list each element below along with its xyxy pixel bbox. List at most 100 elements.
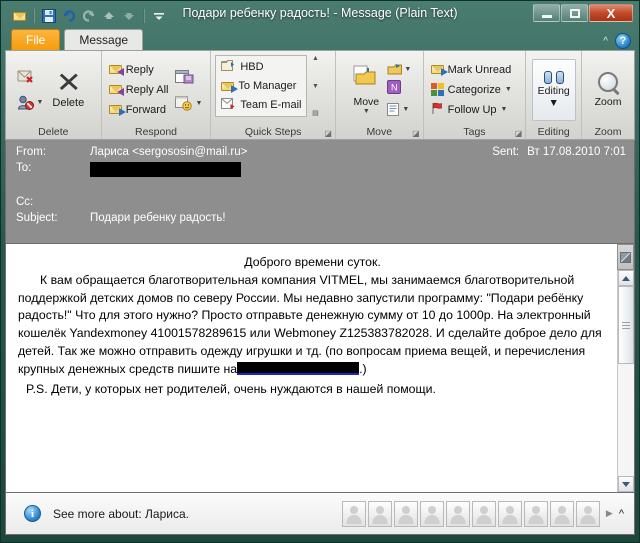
actions-icon[interactable]: ▼	[387, 103, 411, 116]
body-vertical-scrollbar[interactable]	[617, 244, 634, 492]
reply-all-label: Reply All	[125, 83, 169, 96]
follow-up-caret-icon[interactable]: ▼	[501, 106, 508, 113]
to-value-redacted[interactable]	[90, 162, 241, 177]
ignore-icon[interactable]	[17, 69, 43, 89]
onenote-icon[interactable]: N	[387, 80, 411, 99]
editing-caret-icon[interactable]: ▼	[549, 97, 559, 109]
move-dialog-launcher[interactable]: ◪	[412, 129, 420, 138]
tab-message[interactable]: Message	[64, 29, 144, 50]
avatar-next-icon[interactable]: ▶	[606, 508, 613, 519]
see-more-about-text[interactable]: See more about: Лариса.	[53, 507, 189, 521]
subject-row: Subject: Подари ребенку радость!	[16, 212, 626, 228]
avatar[interactable]	[445, 500, 470, 527]
quick-steps-gallery: HBD To Manager Team E-mail	[215, 55, 308, 117]
quick-steps-more-icon[interactable]: ▤	[309, 110, 321, 117]
mail-icon[interactable]	[10, 7, 28, 25]
quick-step-to-manager[interactable]: To Manager	[218, 77, 304, 96]
quick-steps-scroll-down-icon[interactable]: ▼	[309, 83, 321, 90]
help-icon[interactable]: ?	[615, 33, 631, 49]
ribbon-group-delete-label: Delete	[38, 126, 69, 138]
meeting-icon[interactable]	[175, 68, 202, 90]
body-paragraph: К вам обращается благотворительная компа…	[18, 272, 607, 379]
categorize-button[interactable]: Categorize ▼	[428, 80, 515, 100]
tab-file[interactable]: File	[11, 29, 61, 50]
avatar[interactable]	[419, 500, 444, 527]
reply-all-button[interactable]: Reply All	[106, 80, 172, 100]
quick-step-team-email-label: Team E-mail	[240, 98, 302, 111]
reply-button[interactable]: Reply	[106, 60, 172, 80]
to-manager-icon	[221, 81, 239, 93]
minimize-button[interactable]	[533, 4, 560, 22]
sent-block: Sent: Вт 17.08.2010 7:01	[492, 146, 626, 158]
more-respond-icon[interactable]: ▼	[175, 95, 202, 111]
scroll-down-icon	[622, 481, 630, 487]
scroll-up-icon	[622, 275, 630, 281]
message-body-text[interactable]: Доброго времени суток. К вам обращается …	[6, 244, 617, 492]
ribbon-group-tags: Mark Unread Categorize ▼ Follow Up ▼ Tag…	[424, 51, 527, 139]
scroll-up-button[interactable]	[618, 270, 634, 286]
avatar[interactable]	[341, 500, 366, 527]
previous-item-icon[interactable]	[100, 7, 118, 25]
avatar[interactable]	[549, 500, 574, 527]
move-button[interactable]: Move ▼	[347, 65, 385, 115]
quick-step-hbd-label: HBD	[240, 61, 264, 74]
scrollbar-track[interactable]	[618, 286, 634, 476]
customize-qat-icon[interactable]	[150, 7, 168, 25]
editing-icon	[543, 70, 564, 85]
junk-icon[interactable]: ▼	[17, 95, 43, 110]
ribbon-group-respond-label: Respond	[134, 126, 178, 138]
body-postscript: P.S. Дети, у которых нет родителей, очен…	[26, 381, 436, 396]
reply-label: Reply	[125, 63, 154, 76]
categorize-label: Categorize	[447, 83, 501, 96]
quick-step-hbd[interactable]: HBD	[218, 58, 304, 77]
from-value[interactable]: Лариса <sergososin@mail.ru>	[90, 146, 247, 158]
message-body-area: Доброго времени суток. К вам обращается …	[5, 243, 635, 493]
categorize-caret-icon[interactable]: ▼	[505, 86, 512, 93]
header-spacer	[16, 178, 626, 187]
next-item-icon[interactable]	[120, 7, 138, 25]
avatar[interactable]	[367, 500, 392, 527]
close-button[interactable]: X	[589, 4, 633, 22]
avatar[interactable]	[393, 500, 418, 527]
quick-steps-scroll-up-icon[interactable]: ▲	[309, 55, 321, 62]
info-icon: i	[24, 505, 41, 522]
rules-icon[interactable]: ▼	[387, 63, 411, 76]
ribbon-group-quick-steps: HBD To Manager Team E-mail ▲ ▼ ▤ Quick S…	[211, 51, 336, 139]
title-bar: Подари ребенку радость! - Message (Plain…	[5, 4, 635, 28]
follow-up-button[interactable]: Follow Up ▼	[428, 100, 515, 120]
mark-unread-button[interactable]: Mark Unread	[428, 60, 515, 80]
collapse-ribbon-icon[interactable]: ^	[603, 36, 608, 47]
subject-value: Подари ребенку радость!	[90, 212, 226, 224]
tags-dialog-launcher[interactable]: ◪	[515, 129, 523, 138]
junk-caret-icon[interactable]: ▼	[36, 99, 43, 106]
avatar[interactable]	[497, 500, 522, 527]
avatar[interactable]	[471, 500, 496, 527]
reply-all-icon	[108, 85, 124, 96]
quick-steps-scroll[interactable]: ▲ ▼ ▤	[309, 55, 321, 117]
ribbon-tab-strip: File Message ^ ?	[5, 28, 635, 50]
undo-icon[interactable]	[60, 7, 78, 25]
quick-steps-dialog-launcher[interactable]: ◪	[324, 129, 332, 138]
scrollbar-thumb[interactable]	[618, 286, 634, 364]
avatar[interactable]	[523, 500, 548, 527]
forward-button[interactable]: Forward	[106, 100, 172, 120]
avatar[interactable]	[575, 500, 600, 527]
move-caret-icon[interactable]: ▼	[363, 108, 370, 115]
more-respond-caret-icon[interactable]: ▼	[195, 100, 202, 107]
zoom-button[interactable]: Zoom	[590, 71, 627, 108]
people-pane-expand-icon[interactable]: ^	[619, 508, 624, 520]
redo-icon[interactable]	[80, 7, 98, 25]
quick-step-team-email[interactable]: Team E-mail	[218, 95, 304, 114]
body-email-redacted[interactable]	[237, 361, 360, 375]
save-icon[interactable]	[40, 7, 58, 25]
sent-label: Sent:	[492, 146, 520, 158]
maximize-button[interactable]	[561, 4, 588, 22]
editing-button[interactable]: Editing ▼	[531, 58, 576, 121]
delete-button[interactable]: ✕ Delete	[47, 69, 89, 110]
quick-step-to-manager-label: To Manager	[238, 80, 297, 92]
ribbon-group-quick-steps-label: Quick Steps	[244, 126, 302, 138]
to-row: To:	[16, 162, 626, 178]
scroll-down-button[interactable]	[618, 476, 634, 492]
delete-button-label: Delete	[52, 97, 85, 109]
people-pane-toggle[interactable]	[617, 244, 634, 270]
